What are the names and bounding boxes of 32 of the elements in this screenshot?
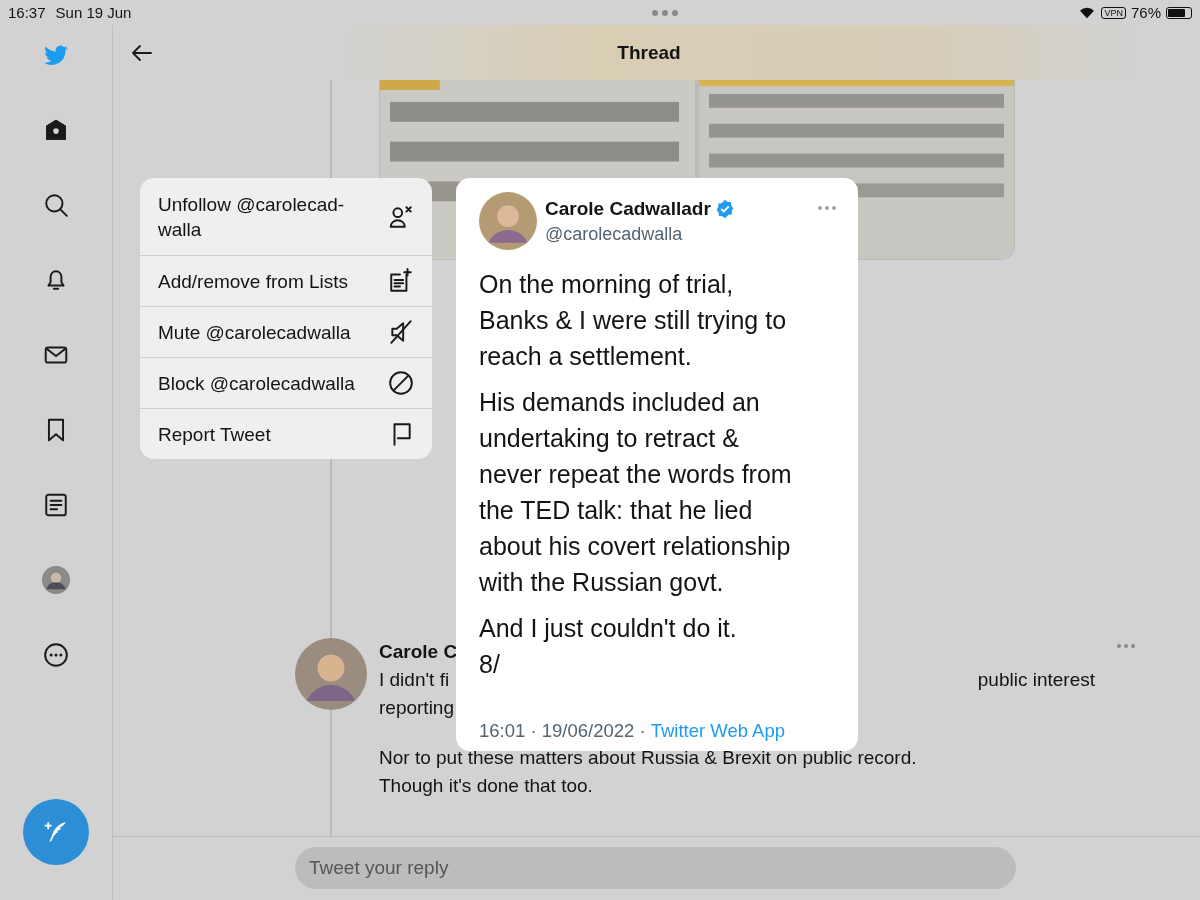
list-add-icon bbox=[388, 268, 414, 294]
tweet-text: reporting bbox=[379, 696, 454, 720]
tweet-text: Nor to put these matters about Russia & Brexit on public record. Though it's done that too. bbox=[379, 746, 917, 798]
block-icon bbox=[388, 370, 414, 396]
menu-item[interactable]: Mute @carolecadwalla bbox=[140, 306, 432, 357]
tweet-text: On the morning of trial, Banks & I were still trying to reach a settlement. bbox=[479, 269, 788, 372]
menu-item[interactable]: Unfollow @carolecad- walla bbox=[140, 178, 432, 255]
bird-icon bbox=[43, 42, 69, 68]
tweet-timestamp: 16:01 · 19/06/2022 · bbox=[479, 720, 646, 742]
vpn-badge: VPN bbox=[1101, 6, 1126, 19]
wifi-icon bbox=[1078, 5, 1097, 20]
menu-item[interactable]: Report Tweet bbox=[140, 408, 432, 459]
tweet-text: His demands included an undertaking to retract & never repeat the words from the TED talk: that he lied about his covert relationship with the Russian govt. bbox=[479, 387, 793, 598]
status-date: Sun 19 Jun bbox=[55, 4, 132, 21]
author-name: Carole C bbox=[379, 640, 458, 664]
unfollow-icon bbox=[388, 203, 414, 230]
mute-icon bbox=[388, 319, 414, 345]
multitask-dots-icon[interactable] bbox=[651, 9, 678, 16]
battery-percent: 76% bbox=[1130, 4, 1161, 21]
reply-field[interactable]: Tweet your reply bbox=[295, 847, 1016, 889]
author-name: Carole Cadwalladr bbox=[545, 198, 711, 220]
menu-item[interactable]: Add/remove from Lists bbox=[140, 255, 432, 306]
clock-time: 16:37 bbox=[8, 4, 46, 21]
battery-icon bbox=[1166, 6, 1192, 19]
avatar bbox=[479, 192, 537, 250]
avatar bbox=[295, 638, 367, 710]
menu-item[interactable]: Block @carolecadwalla bbox=[140, 357, 432, 408]
page-title: Thread bbox=[617, 41, 681, 64]
tweet-text: And I just couldn't do it. 8/ bbox=[479, 613, 738, 680]
tweet-text: public interest bbox=[977, 668, 1095, 692]
tweet-text: I didn't fi bbox=[379, 668, 450, 692]
author-handle: @carolecadwalla bbox=[545, 224, 684, 245]
